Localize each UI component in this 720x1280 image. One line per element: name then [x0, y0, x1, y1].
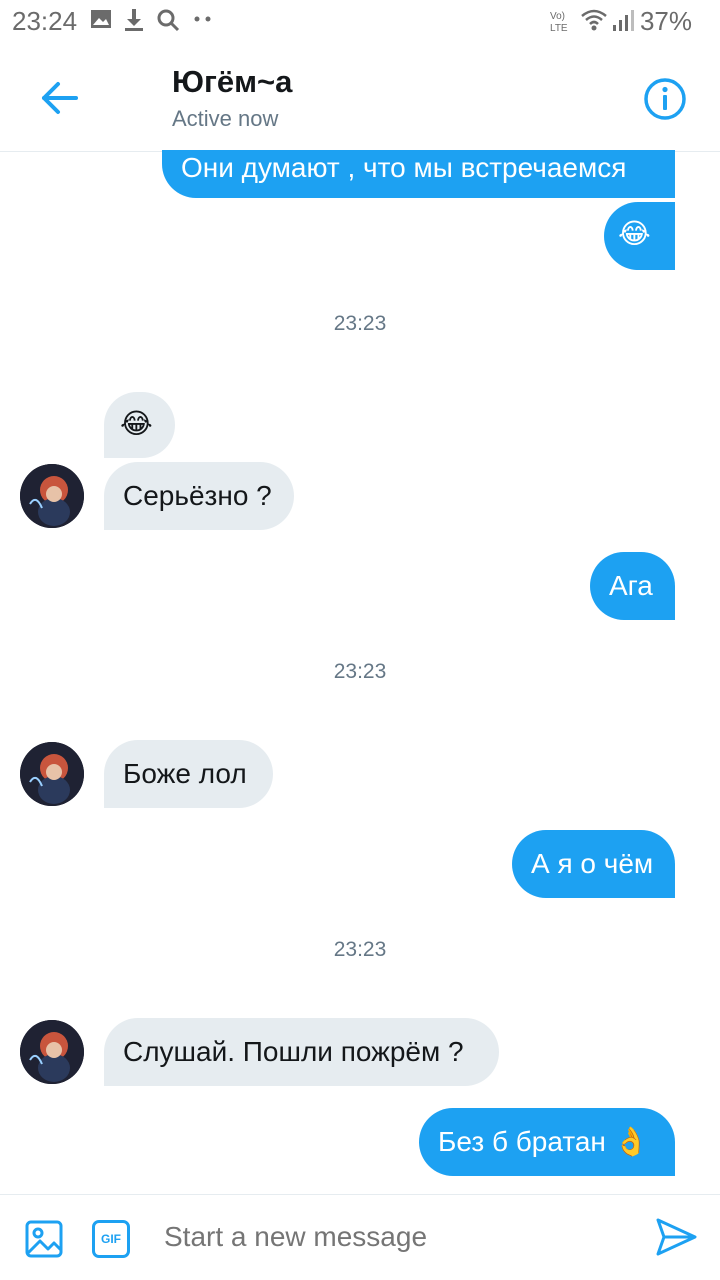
contact-avatar[interactable]	[20, 1020, 84, 1084]
message-timestamp: 23:23	[333, 660, 387, 683]
image-icon	[91, 10, 111, 28]
message-timestamp: 23:23	[333, 312, 387, 335]
active-status: Active now	[172, 106, 279, 131]
battery-percent: 37%	[639, 6, 692, 36]
status-bar: 23:24 Vo) LTE 37%	[0, 0, 720, 44]
lte-icon: Vo) LTE	[550, 11, 568, 34]
info-icon[interactable]	[642, 76, 688, 122]
message-bubble-outgoing[interactable]: Ага	[590, 552, 675, 620]
message-bubble-outgoing[interactable]: 😂	[604, 202, 675, 270]
message-bubble-outgoing[interactable]: Без б братан 👌	[419, 1108, 675, 1176]
message-bubble-outgoing[interactable]: А я о чём	[512, 830, 675, 898]
message-text: А я о чём	[531, 848, 654, 879]
message-composer: GIF	[0, 1194, 720, 1280]
avatar-image	[20, 1020, 84, 1084]
message-text: Без б братан 👌	[438, 1126, 649, 1157]
message-timestamp: 23:23	[333, 938, 387, 961]
message-text: Слушай. Пошли пожрём ?	[123, 1036, 464, 1067]
message-bubble-incoming[interactable]: Боже лол	[104, 740, 273, 808]
svg-text:Vo): Vo)	[550, 11, 565, 22]
conversation-title[interactable]: Югём~а	[172, 64, 292, 100]
more-dots-icon	[194, 16, 211, 22]
back-arrow-icon[interactable]	[36, 74, 84, 122]
laughing-emoji: 😂	[120, 408, 153, 439]
message-text: Серьёзно ?	[123, 480, 272, 511]
signal-icon	[613, 10, 634, 31]
status-time: 23:24	[12, 6, 78, 36]
contact-avatar[interactable]	[20, 742, 84, 806]
avatar-image	[20, 464, 84, 528]
contact-avatar[interactable]	[20, 464, 84, 528]
message-text: Они думают , что мы встречаемся	[181, 152, 627, 183]
message-input[interactable]	[164, 1221, 604, 1253]
message-text: Боже лол	[123, 758, 247, 789]
message-bubble-incoming[interactable]: Серьёзно ?	[104, 462, 294, 530]
message-bubble-outgoing[interactable]: Они думают , что мы встречаемся	[162, 150, 675, 198]
avatar-image	[20, 742, 84, 806]
message-bubble-incoming[interactable]: 😂	[104, 392, 175, 458]
download-icon	[125, 9, 143, 31]
search-icon	[157, 9, 180, 32]
conversation-header: Югём~а Active now	[0, 44, 720, 152]
send-icon[interactable]	[654, 1215, 698, 1259]
message-bubble-incoming[interactable]: Слушай. Пошли пожрём ?	[104, 1018, 499, 1086]
wifi-icon	[581, 9, 607, 31]
image-attach-icon[interactable]	[24, 1219, 64, 1259]
svg-text:LTE: LTE	[550, 23, 568, 34]
gif-button[interactable]: GIF	[92, 1220, 130, 1258]
laughing-emoji: 😂	[618, 218, 651, 249]
message-text: Ага	[609, 570, 653, 601]
